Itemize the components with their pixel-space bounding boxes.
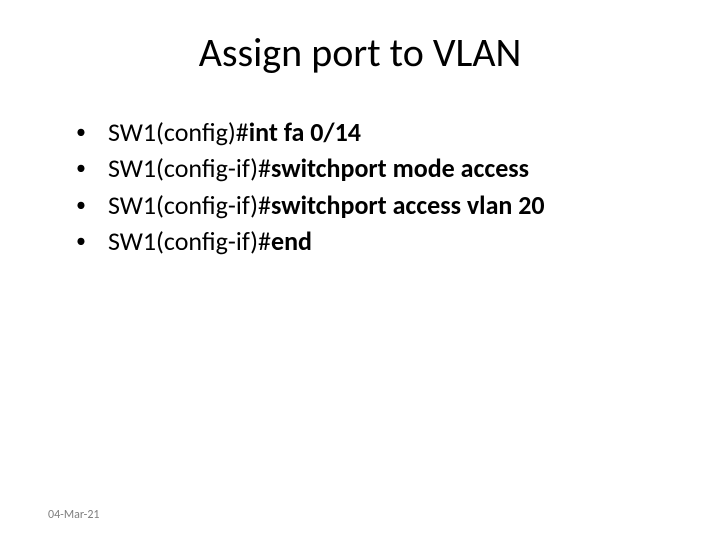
command-text: int fa 0/14 (249, 116, 361, 148)
list-item-text: SW1(config-if)#switchport mode access (108, 151, 529, 185)
list-item: SW1(config-if)#switchport access vlan 20 (72, 188, 660, 222)
command-text: switchport access vlan 20 (271, 189, 545, 221)
bullet-list: SW1(config)#int fa 0/14 SW1(config-if)#s… (72, 115, 660, 258)
slide-title: Assign port to VLAN (60, 28, 660, 77)
command-text: switchport mode access (271, 152, 529, 184)
command-prefix: SW1(config-if)# (108, 189, 271, 221)
slide-content: SW1(config)#int fa 0/14 SW1(config-if)#s… (60, 115, 660, 258)
list-item: SW1(config-if)#end (72, 224, 660, 258)
command-prefix: SW1(config)# (108, 116, 249, 148)
list-item: SW1(config)#int fa 0/14 (72, 115, 660, 149)
list-item-text: SW1(config-if)#switchport access vlan 20 (108, 188, 545, 222)
list-item-text: SW1(config-if)#end (108, 224, 312, 258)
command-prefix: SW1(config-if)# (108, 225, 271, 257)
footer-date: 04-Mar-21 (48, 508, 100, 522)
list-item: SW1(config-if)#switchport mode access (72, 151, 660, 185)
command-prefix: SW1(config-if)# (108, 152, 271, 184)
command-text: end (271, 225, 312, 257)
slide-container: Assign port to VLAN SW1(config)#int fa 0… (0, 0, 720, 540)
list-item-text: SW1(config)#int fa 0/14 (108, 115, 361, 149)
